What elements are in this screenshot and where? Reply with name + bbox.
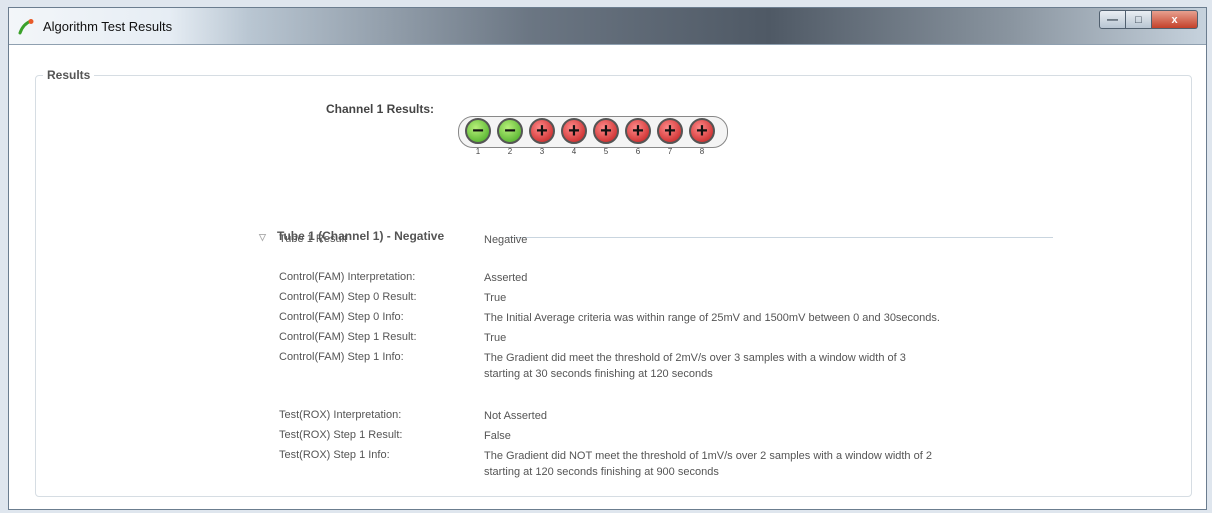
section-divider: [507, 237, 1053, 238]
tube-number: 8: [699, 147, 705, 156]
tube-strip: − 1 − 2 +3 +4 +5 +6 +7 +8: [458, 116, 728, 156]
collapse-triangle-icon[interactable]: ▽: [259, 232, 271, 243]
row-value: The Initial Average criteria was within …: [484, 312, 940, 324]
tube-indicator-7[interactable]: +: [657, 118, 683, 144]
plus-icon: +: [632, 120, 644, 142]
row-label: Test(ROX) Interpretation:: [279, 409, 402, 421]
row-value-continued: starting at 120 seconds finishing at 900…: [484, 466, 719, 478]
row-label: Control(FAM) Step 1 Info:: [279, 351, 404, 363]
app-icon: [18, 19, 34, 35]
window-controls: — □ x: [1099, 10, 1198, 29]
row-label: Control(FAM) Interpretation:: [279, 271, 416, 283]
row-value: True: [484, 292, 507, 304]
row-label: Tube 1 Result: [279, 233, 348, 245]
row-value-continued: starting at 30 seconds finishing at 120 …: [484, 368, 713, 380]
maximize-button[interactable]: □: [1126, 10, 1152, 29]
window-title: Algorithm Test Results: [43, 19, 173, 34]
close-icon: x: [1171, 13, 1178, 26]
channel-title: Channel 1 Results:: [326, 102, 435, 116]
row-value: Not Asserted: [484, 410, 547, 422]
row-label: Test(ROX) Step 1 Result:: [279, 429, 403, 441]
minimize-icon: —: [1107, 13, 1118, 26]
tube-number: 3: [539, 147, 545, 156]
tube-indicator-8[interactable]: +: [689, 118, 715, 144]
tube-number: 5: [603, 147, 609, 156]
tube-indicator-3[interactable]: +: [529, 118, 555, 144]
plus-icon: +: [568, 120, 580, 142]
row-label: Control(FAM) Step 0 Result:: [279, 291, 417, 303]
title-bar[interactable]: Algorithm Test Results — □ x: [9, 8, 1206, 45]
tube-number: 6: [635, 147, 641, 156]
row-label: Control(FAM) Step 0 Info:: [279, 311, 404, 323]
results-group-label: Results: [43, 68, 95, 82]
plus-icon: +: [664, 120, 676, 142]
row-value: The Gradient did NOT meet the threshold …: [484, 450, 932, 462]
row-value: The Gradient did meet the threshold of 2…: [484, 352, 906, 364]
plus-icon: +: [696, 120, 708, 142]
row-label: Test(ROX) Step 1 Info:: [279, 449, 390, 461]
minimize-button[interactable]: —: [1099, 10, 1126, 29]
plus-icon: +: [536, 120, 548, 142]
row-label: Control(FAM) Step 1 Result:: [279, 331, 417, 343]
row-value: False: [484, 430, 511, 442]
window: Algorithm Test Results — □ x Results Cha…: [8, 7, 1207, 510]
tube-number: 4: [571, 147, 577, 156]
tube-number: 2: [507, 147, 513, 156]
row-value: True: [484, 332, 507, 344]
tube-indicator-1[interactable]: −: [465, 118, 491, 144]
tube-indicator-6[interactable]: +: [625, 118, 651, 144]
tube-indicator-2[interactable]: −: [497, 118, 523, 144]
close-button[interactable]: x: [1152, 10, 1198, 29]
minus-icon: −: [472, 120, 484, 142]
tube-indicator-4[interactable]: +: [561, 118, 587, 144]
minus-icon: −: [504, 120, 516, 142]
row-value: Negative: [484, 234, 528, 246]
tube-number: 7: [667, 147, 673, 156]
content-area: Results Channel 1 Results: − 1 − 2 +3 +4 +5 +6 +…: [9, 45, 1206, 509]
tube-indicator-5[interactable]: +: [593, 118, 619, 144]
tube-number: 1: [475, 147, 481, 156]
maximize-icon: □: [1135, 13, 1142, 26]
row-value: Asserted: [484, 272, 528, 284]
plus-icon: +: [600, 120, 612, 142]
